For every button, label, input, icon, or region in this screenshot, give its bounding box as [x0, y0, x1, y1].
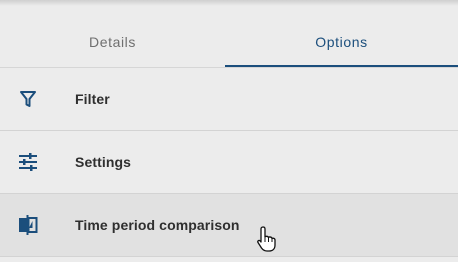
menu-item-time-period-comparison-label: Time period comparison — [75, 217, 240, 233]
tab-bar: Details Options — [0, 19, 458, 67]
menu-item-filter-label: Filter — [75, 91, 110, 107]
tab-options[interactable]: Options — [225, 19, 458, 67]
menu-item-settings-label: Settings — [75, 154, 132, 170]
sliders-icon — [18, 152, 38, 172]
options-panel: Details Options Filter Settings Time per… — [0, 0, 458, 262]
menu-item-settings[interactable]: Settings — [0, 131, 458, 194]
tab-options-label: Options — [315, 34, 368, 50]
tab-details-label: Details — [89, 34, 136, 50]
filter-icon — [18, 89, 38, 109]
top-shadow — [0, 0, 458, 6]
tab-details[interactable]: Details — [0, 19, 225, 67]
compare-icon — [18, 215, 38, 235]
hand-cursor-icon — [257, 226, 276, 252]
options-menu: Filter Settings Time period comparison — [0, 68, 458, 257]
menu-item-filter[interactable]: Filter — [0, 68, 458, 131]
menu-item-time-period-comparison[interactable]: Time period comparison — [0, 194, 458, 257]
